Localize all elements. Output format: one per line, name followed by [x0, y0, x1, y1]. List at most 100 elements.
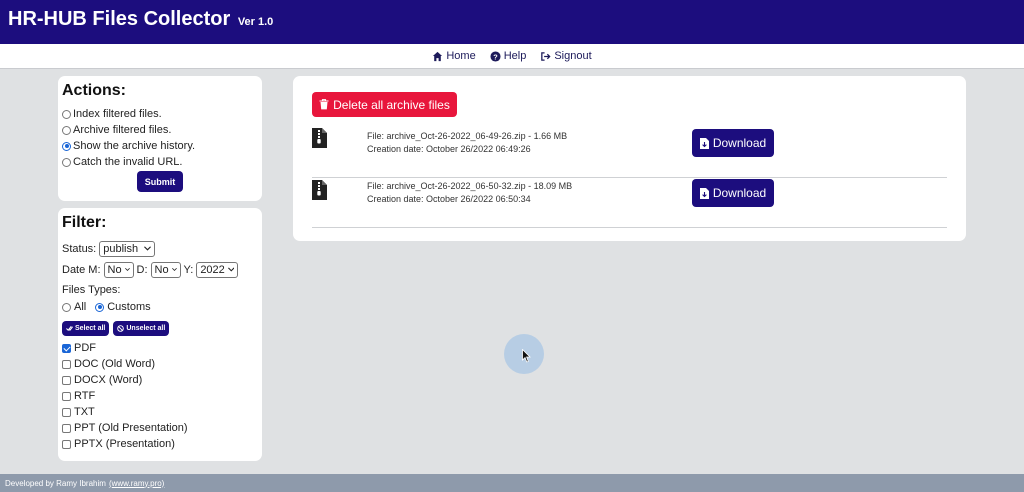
home-icon [433, 51, 443, 61]
footer-text: Developed by Ramy Ibrahim [5, 478, 106, 488]
status-select[interactable]: publish [99, 240, 156, 257]
file-type-doc[interactable]: DOC (Old Word) [62, 356, 258, 372]
day-select[interactable]: No [150, 261, 181, 278]
app-title: HR-HUB Files Collector Ver 1.0 [8, 8, 273, 31]
app-title-text: HR-HUB Files Collector [8, 8, 231, 30]
nav-home-label: Home [446, 50, 476, 62]
chevron-down-icon [227, 267, 235, 272]
file-type-label: PDF [74, 342, 96, 354]
footer: Developed by Ramy Ibrahim (www.ramy.pro) [0, 474, 1024, 492]
file-type-label: RTF [74, 390, 96, 402]
delete-all-label: Delete all archive files [333, 97, 450, 112]
year-select[interactable]: 2022 [196, 261, 239, 278]
file-type-ppt[interactable]: PPT (Old Presentation) [62, 420, 258, 436]
file-types-label: Files Types: [62, 284, 121, 296]
unselect-all-button[interactable]: Unselect all [113, 321, 170, 336]
file-type-checkbox[interactable] [62, 407, 71, 417]
archive-file-info: File: archive_Oct-26-2022_06-50-32.zip -… [367, 181, 573, 191]
filter-panel: Filter: Status: publish Date M: No D: No… [58, 208, 262, 461]
file-type-checkbox[interactable] [62, 391, 71, 401]
select-all-label: Select all [75, 325, 106, 332]
select-all-button[interactable]: Select all [62, 321, 110, 336]
action-option-label: Index filtered files. [73, 108, 162, 120]
file-type-checkbox[interactable] [62, 423, 71, 433]
chevron-down-icon [144, 246, 152, 251]
day-select-value: No [154, 263, 169, 276]
file-type-label: TXT [74, 406, 95, 418]
check-double-icon [66, 325, 73, 332]
submit-button[interactable]: Submit [137, 171, 183, 192]
mode-all-radio[interactable] [62, 302, 71, 312]
nav-bar: Home ? Help Signout [0, 44, 1024, 69]
file-type-checkbox[interactable] [62, 359, 71, 369]
date-day-label: D: [136, 263, 148, 276]
archive-creation-date: Creation date: October 26/2022 06:50:34 [367, 194, 531, 204]
svg-text:?: ? [493, 52, 498, 61]
actions-panel: Actions: Index filtered files. Archive f… [58, 76, 262, 201]
year-select-value: 2022 [200, 263, 225, 276]
month-select-value: No [107, 263, 122, 276]
file-type-checkbox[interactable] [62, 343, 71, 353]
file-type-checkbox[interactable] [62, 439, 71, 449]
actions-heading: Actions: [62, 82, 126, 99]
file-type-checkbox[interactable] [62, 375, 71, 385]
mode-all-label: All [74, 301, 87, 313]
action-radio-index[interactable] [62, 109, 71, 119]
file-types-mode: All Customs [62, 299, 258, 315]
ban-icon [117, 325, 125, 332]
action-option-label: Catch the invalid URL. [73, 156, 183, 168]
mode-customs-radio[interactable] [95, 302, 105, 312]
file-type-txt[interactable]: TXT [62, 404, 258, 420]
archive-meta: File: archive_Oct-26-2022_06-49-26.zip -… [367, 130, 567, 156]
app-version: Ver 1.0 [237, 16, 274, 28]
file-type-label: PPTX (Presentation) [74, 438, 175, 450]
chevron-down-icon [171, 267, 177, 271]
app-header: HR-HUB Files Collector Ver 1.0 [0, 0, 1024, 44]
delete-all-archives-button[interactable]: Delete all archive files [312, 92, 457, 117]
chevron-down-icon [124, 267, 130, 271]
nav-signout-label: Signout [554, 50, 592, 62]
file-type-rtf[interactable]: RTF [62, 388, 258, 404]
action-radio-history[interactable] [62, 141, 71, 151]
unselect-all-label: Unselect all [126, 325, 166, 332]
nav-signout-link[interactable]: Signout [540, 50, 592, 62]
action-option-archive[interactable]: Archive filtered files. [62, 122, 258, 138]
filter-heading: Filter: [62, 214, 107, 231]
nav-help-label: Help [503, 50, 527, 62]
action-radio-invalid-url[interactable] [62, 157, 71, 167]
file-zip-icon [312, 128, 327, 148]
file-type-label: DOCX (Word) [74, 374, 143, 386]
nav-help-link[interactable]: ? Help [490, 50, 527, 62]
download-button[interactable]: Download [692, 179, 774, 207]
file-type-label: PPT (Old Presentation) [74, 422, 188, 434]
action-option-history[interactable]: Show the archive history. [62, 138, 258, 154]
action-option-index[interactable]: Index filtered files. [62, 106, 258, 122]
archive-creation-date: Creation date: October 26/2022 06:49:26 [367, 144, 531, 154]
status-select-value: publish [103, 242, 139, 255]
archive-history-panel: Delete all archive files File: archive_O… [293, 76, 966, 241]
action-option-label: Show the archive history. [73, 140, 196, 152]
file-download-icon [699, 187, 709, 199]
date-row: Date M: No D: No Y: 2022 [62, 259, 258, 280]
file-type-pptx[interactable]: PPTX (Presentation) [62, 436, 258, 452]
archive-row: File: archive_Oct-26-2022_06-50-32.zip -… [312, 178, 947, 228]
date-year-label: Y: [183, 263, 194, 276]
file-type-docx[interactable]: DOCX (Word) [62, 372, 258, 388]
trash-icon [319, 99, 329, 110]
footer-link[interactable]: (www.ramy.pro) [109, 479, 164, 488]
download-label: Download [712, 186, 767, 200]
download-button[interactable]: Download [692, 129, 774, 157]
action-option-label: Archive filtered files. [73, 124, 172, 136]
archive-row: File: archive_Oct-26-2022_06-49-26.zip -… [312, 128, 947, 178]
action-option-invalid-url[interactable]: Catch the invalid URL. [62, 154, 258, 170]
archive-meta: File: archive_Oct-26-2022_06-50-32.zip -… [367, 180, 572, 206]
file-type-pdf[interactable]: PDF [62, 340, 258, 356]
file-download-icon [699, 137, 709, 149]
status-label: Status: [62, 242, 97, 255]
mouse-cursor-icon [522, 349, 531, 363]
status-row: Status: publish [62, 238, 258, 259]
nav-home-link[interactable]: Home [432, 50, 476, 62]
action-radio-archive[interactable] [62, 125, 71, 135]
month-select[interactable]: No [103, 261, 134, 278]
signout-icon [541, 51, 551, 61]
